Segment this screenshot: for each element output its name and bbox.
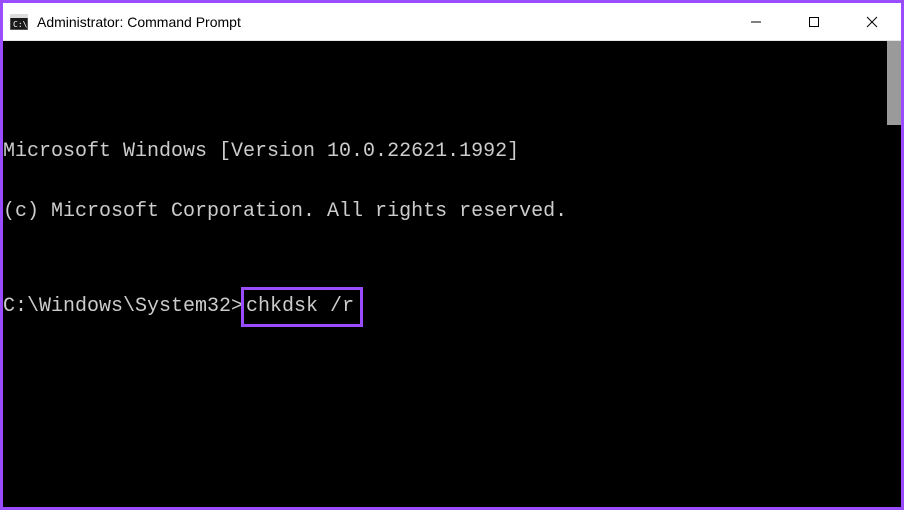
scrollbar-track[interactable] [887, 41, 901, 507]
title-bar[interactable]: C:\ Administrator: Command Prompt [3, 3, 901, 41]
window: C:\ Administrator: Command Prompt [0, 0, 904, 510]
scrollbar-thumb[interactable] [887, 41, 901, 125]
command-highlight: chkdsk /r [241, 287, 363, 327]
cmd-icon: C:\ [9, 12, 29, 32]
maximize-icon [808, 16, 820, 28]
minimize-icon [750, 16, 762, 28]
window-title: Administrator: Command Prompt [37, 14, 241, 30]
terminal-output: Microsoft Windows [Version 10.0.22621.19… [3, 107, 901, 387]
command-text[interactable]: chkdsk /r [246, 295, 354, 318]
terminal-area[interactable]: Microsoft Windows [Version 10.0.22621.19… [3, 41, 901, 507]
close-button[interactable] [843, 3, 901, 40]
output-line: (c) Microsoft Corporation. All rights re… [3, 197, 901, 227]
prompt-text: C:\Windows\System32> [3, 295, 243, 318]
prompt-line: C:\Windows\System32>chkdsk /r [3, 287, 901, 327]
minimize-button[interactable] [727, 3, 785, 40]
close-icon [866, 16, 878, 28]
svg-text:C:\: C:\ [13, 20, 28, 29]
window-controls [727, 3, 901, 40]
maximize-button[interactable] [785, 3, 843, 40]
output-line: Microsoft Windows [Version 10.0.22621.19… [3, 137, 901, 167]
